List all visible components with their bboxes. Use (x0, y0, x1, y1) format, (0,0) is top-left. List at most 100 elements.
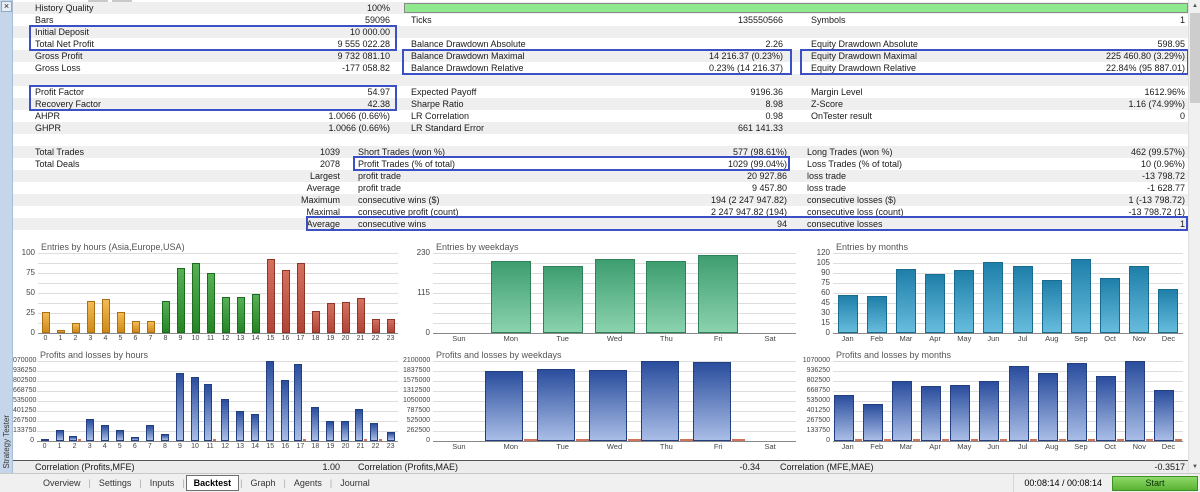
x-axis-label: Sep (1066, 333, 1095, 344)
tab-backtest[interactable]: Backtest (186, 475, 240, 491)
table-row: Largestprofit trade20 927.86loss trade-1… (13, 170, 1188, 182)
tab-settings[interactable]: Settings (92, 476, 139, 490)
stat-value: 1039 (293, 146, 340, 158)
europe-bar (252, 294, 260, 333)
stat-label: Gross Loss (13, 62, 293, 74)
table-row: Bars59096Ticks135550566Symbols1 (13, 14, 1188, 26)
stat-label: Sharpe Ratio (411, 98, 661, 110)
chart-slot (113, 253, 128, 333)
chart-slot (1154, 361, 1183, 441)
profit-bar (641, 361, 679, 441)
profit-bar (116, 430, 124, 441)
y-axis-label: 668750 (801, 387, 830, 395)
stat-label: Gross Profit (13, 50, 293, 62)
y-axis-label: 525000 (403, 417, 430, 425)
stat-label: Profit Trades (% of total) (358, 158, 640, 170)
chart-slot (218, 253, 233, 333)
y-axis-label: 1070000 (801, 357, 830, 365)
x-axis-label: Sun (433, 441, 485, 452)
profit-bar (834, 395, 854, 441)
y-axis-label: 133750 (801, 427, 830, 435)
chart: Entries by weekdays2301150SunMonTueWedTh… (403, 240, 801, 346)
loss-bar (364, 439, 367, 441)
profit-bar (1009, 366, 1029, 442)
stat-label: consecutive losses (807, 218, 1000, 230)
stat-label: LR Correlation (411, 110, 661, 122)
asia-bar (87, 301, 95, 333)
europe-bar (222, 297, 230, 333)
y-axis-label: 070000 (13, 357, 34, 365)
tab-inputs[interactable]: Inputs (143, 476, 182, 490)
weekgreen-bar (595, 259, 635, 333)
table-row: Total Net Profit9 555 022.28Balance Draw… (13, 38, 1188, 50)
chart-slot (1037, 361, 1066, 441)
profit-bar (589, 370, 627, 441)
x-axis-label: Jun (979, 333, 1008, 344)
tab-journal[interactable]: Journal (333, 476, 377, 490)
stat-label: Balance Drawdown Absolute (411, 38, 661, 50)
x-axis-label: 11 (203, 333, 218, 344)
chart-slot (218, 361, 233, 441)
stat-label: Equity Drawdown Relative (811, 62, 1061, 74)
weekgreen-bar (543, 266, 583, 333)
chart-title: Entries by months (836, 242, 1188, 253)
tab-overview[interactable]: Overview (36, 476, 88, 490)
asia-bar (147, 321, 155, 333)
stat-label: Long Trades (won %) (807, 146, 1000, 158)
profit-bar (370, 423, 378, 441)
stat-value: 0.23% (14 216.37) (661, 62, 783, 74)
tab-agents[interactable]: Agents (287, 476, 329, 490)
stat-value (1061, 74, 1185, 86)
start-button[interactable]: Start (1112, 476, 1198, 491)
chart-slot (537, 361, 589, 441)
stat-label: Profit Factor (13, 86, 293, 98)
stat-label: Expected Payoff (411, 86, 661, 98)
x-axis-label: 21 (353, 333, 368, 344)
chart-title: Entries by weekdays (436, 242, 801, 253)
tab-graph[interactable]: Graph (243, 476, 282, 490)
x-axis-label: 11 (203, 441, 218, 452)
x-axis-label: 21 (353, 441, 368, 452)
y-axis-label: 25 (13, 309, 35, 317)
table-row: Total Trades1039Short Trades (won %)577 … (13, 146, 1188, 158)
y-axis-label: 1050000 (403, 397, 430, 405)
x-axis-label: 10 (187, 441, 202, 452)
y-axis-label: 401250 (801, 407, 830, 415)
scrollbar-thumb[interactable] (1190, 13, 1200, 103)
y-axis-label: 120 (801, 249, 830, 257)
scroll-down-icon[interactable]: ▼ (1189, 461, 1200, 473)
y-axis-label: 1575000 (403, 377, 430, 385)
table-row: AHPR1.0066 (0.66%)LR Correlation0.98OnTe… (13, 110, 1188, 122)
strategy-tester-panel: × Strategy Tester History Quality100%Bar… (0, 0, 1200, 492)
y-axis-label: 0 (801, 437, 830, 445)
chart-slot (1096, 361, 1125, 441)
europe-bar (192, 263, 200, 333)
table-row: Recovery Factor42.38Sharpe Ratio8.98Z-Sc… (13, 98, 1188, 110)
profit-bar (101, 425, 109, 441)
stat-label: consecutive wins ($) (358, 194, 640, 206)
y-axis-label: 0 (403, 437, 430, 445)
x-axis-label: 5 (113, 333, 128, 344)
stat-value: Average (293, 218, 340, 230)
close-icon[interactable]: × (1, 1, 12, 12)
stat-label: Initial Deposit (13, 26, 293, 38)
stats-table: History Quality100%Bars59096Ticks1355505… (13, 2, 1188, 134)
vertical-scrollbar[interactable]: ▲ ▼ (1188, 0, 1200, 473)
stat-label (13, 182, 293, 194)
stat-value: 22.84% (95 887.01) (1061, 62, 1185, 74)
monthblue-bar (1129, 266, 1149, 333)
stat-value: 1.0066 (0.66%) (293, 122, 390, 134)
x-axis-label: Tue (537, 333, 589, 344)
monthblue-bar (867, 296, 887, 333)
chart-slot (693, 361, 745, 441)
chart-slot (338, 253, 353, 333)
y-axis-label: 535000 (13, 397, 34, 405)
scroll-up-icon[interactable]: ▲ (1189, 0, 1200, 12)
loss-bar (524, 439, 537, 441)
profit-bar (355, 409, 363, 441)
stat-label: Short Trades (won %) (358, 146, 640, 158)
x-axis-label: 14 (248, 333, 263, 344)
gridline (38, 333, 398, 334)
gridline (433, 441, 796, 442)
chart-slot (308, 253, 323, 333)
